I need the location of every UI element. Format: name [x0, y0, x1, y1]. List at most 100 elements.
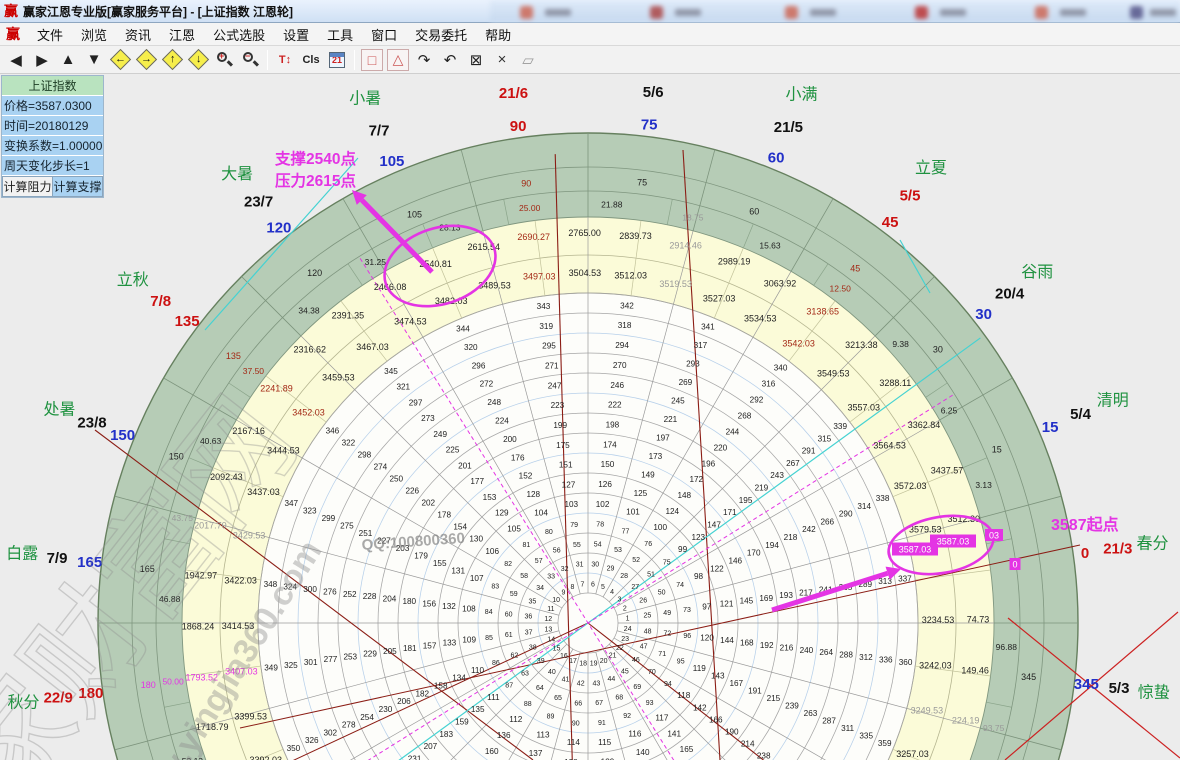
pan-down-button[interactable]: ↓ — [186, 48, 210, 72]
menu-item-8[interactable]: 窗口 — [362, 23, 406, 46]
svg-text:60: 60 — [749, 206, 759, 216]
svg-text:345: 345 — [1021, 672, 1036, 682]
svg-text:处暑: 处暑 — [43, 401, 75, 419]
svg-text:27: 27 — [631, 584, 639, 591]
zoom-in-icon: + — [216, 51, 233, 68]
scale-center-button[interactable]: × — [490, 48, 514, 72]
nav-down-button[interactable]: ▼ — [82, 48, 106, 72]
rotate-ccw-button[interactable]: ↷ — [412, 48, 436, 72]
nav-left-icon: ◀ — [10, 51, 22, 69]
coefficient-field[interactable]: 变换系数=1.00000 — [2, 136, 103, 156]
menu-item-7[interactable]: 工具 — [318, 23, 362, 46]
svg-text:5: 5 — [601, 584, 605, 591]
svg-text:5/6: 5/6 — [643, 84, 664, 101]
toolbar-separator — [354, 50, 355, 70]
svg-text:61: 61 — [505, 632, 513, 639]
svg-text:272: 272 — [480, 380, 494, 389]
svg-text:288: 288 — [839, 651, 853, 660]
nav-right-button[interactable]: ▶ — [30, 48, 54, 72]
menu-item-10[interactable]: 帮助 — [476, 23, 520, 46]
pan-up-button[interactable]: ↑ — [160, 48, 184, 72]
svg-text:149.46: 149.46 — [961, 666, 989, 676]
svg-text:3422.03: 3422.03 — [224, 575, 257, 585]
svg-text:102: 102 — [596, 500, 610, 509]
svg-text:204: 204 — [383, 595, 397, 604]
svg-text:126: 126 — [598, 480, 612, 489]
svg-text:43: 43 — [593, 680, 601, 687]
menu-item-4[interactable]: 江恩 — [160, 23, 204, 46]
svg-text:2316.62: 2316.62 — [294, 345, 327, 355]
svg-text:3572.03: 3572.03 — [894, 481, 927, 491]
cls-button[interactable]: Cls — [299, 48, 323, 72]
step-field[interactable]: 周天变化步长=1 — [2, 156, 103, 176]
svg-text:224: 224 — [495, 417, 509, 426]
svg-text:14: 14 — [547, 637, 555, 644]
svg-text:60: 60 — [505, 611, 513, 618]
delete-box-button[interactable]: ⊠ — [464, 48, 488, 72]
svg-text:316: 316 — [762, 379, 776, 388]
svg-text:3288.11: 3288.11 — [879, 378, 911, 388]
svg-text:85: 85 — [485, 635, 493, 642]
svg-text:168: 168 — [740, 639, 754, 648]
svg-text:125: 125 — [634, 489, 648, 498]
calendar-button[interactable]: 21 — [325, 48, 349, 72]
menu-item-2[interactable]: 浏览 — [72, 23, 116, 46]
pan-right-icon: → — [135, 49, 156, 70]
draw-rect-icon: □ — [361, 49, 383, 71]
svg-text:66: 66 — [574, 700, 582, 707]
svg-text:346: 346 — [326, 426, 340, 435]
svg-text:132: 132 — [442, 602, 456, 611]
price-field[interactable]: 价格=3587.0300 — [2, 96, 103, 116]
svg-text:34.38: 34.38 — [298, 305, 320, 315]
svg-text:17: 17 — [569, 658, 577, 665]
svg-text:134: 134 — [452, 674, 466, 683]
svg-text:48: 48 — [644, 628, 652, 635]
svg-text:11: 11 — [547, 606, 554, 613]
menu-item-5[interactable]: 公式选股 — [204, 23, 274, 46]
pan-left-button[interactable]: ← — [108, 48, 132, 72]
svg-text:219: 219 — [755, 484, 769, 493]
toolbar-separator — [267, 50, 268, 70]
svg-text:45: 45 — [882, 214, 899, 231]
svg-text:支撑2540点: 支撑2540点 — [274, 149, 356, 168]
svg-text:49: 49 — [663, 610, 671, 617]
zoom-out-button[interactable]: − — [238, 48, 262, 72]
svg-text:202: 202 — [421, 499, 435, 508]
svg-text:34: 34 — [536, 585, 544, 592]
svg-text:228: 228 — [363, 592, 377, 601]
svg-text:198: 198 — [606, 421, 620, 430]
price-axis-button[interactable]: T↕ — [273, 48, 297, 72]
menu-item-1[interactable]: 文件 — [28, 23, 72, 46]
pan-right-button[interactable]: → — [134, 48, 158, 72]
svg-text:155: 155 — [433, 559, 447, 568]
menu-item-6[interactable]: 设置 — [274, 23, 318, 46]
nav-left-button[interactable]: ◀ — [4, 48, 28, 72]
draw-triangle-button[interactable]: △ — [386, 48, 410, 72]
svg-text:216: 216 — [780, 643, 794, 652]
svg-text:192: 192 — [760, 641, 774, 650]
svg-text:97: 97 — [702, 602, 712, 611]
menu-item-9[interactable]: 交易委托 — [406, 23, 476, 46]
nav-up-button[interactable]: ▲ — [56, 48, 80, 72]
svg-text:46: 46 — [632, 657, 640, 664]
svg-text:182: 182 — [415, 689, 429, 698]
draw-rect-button[interactable]: □ — [360, 48, 384, 72]
svg-text:春分: 春分 — [1136, 535, 1168, 553]
svg-text:120: 120 — [307, 268, 322, 278]
svg-text:135: 135 — [471, 705, 485, 714]
svg-text:150: 150 — [110, 427, 135, 444]
time-field[interactable]: 时间=20180129 — [2, 116, 103, 136]
svg-text:45: 45 — [621, 668, 629, 675]
svg-text:91: 91 — [598, 720, 606, 727]
svg-text:343: 343 — [537, 302, 551, 311]
calc-support-button[interactable]: 计算支撑 — [53, 176, 103, 197]
zoom-in-button[interactable]: + — [212, 48, 236, 72]
eraser-button[interactable]: ▱ — [516, 48, 540, 72]
calc-resistance-button[interactable]: 计算阻力 — [2, 176, 53, 197]
svg-text:4: 4 — [610, 589, 614, 596]
svg-text:52: 52 — [632, 557, 640, 564]
menu-item-3[interactable]: 资讯 — [116, 23, 160, 46]
rotate-cw-button[interactable]: ↶ — [438, 48, 462, 72]
svg-text:93.75: 93.75 — [983, 723, 1005, 733]
svg-text:3452.03: 3452.03 — [292, 407, 325, 417]
